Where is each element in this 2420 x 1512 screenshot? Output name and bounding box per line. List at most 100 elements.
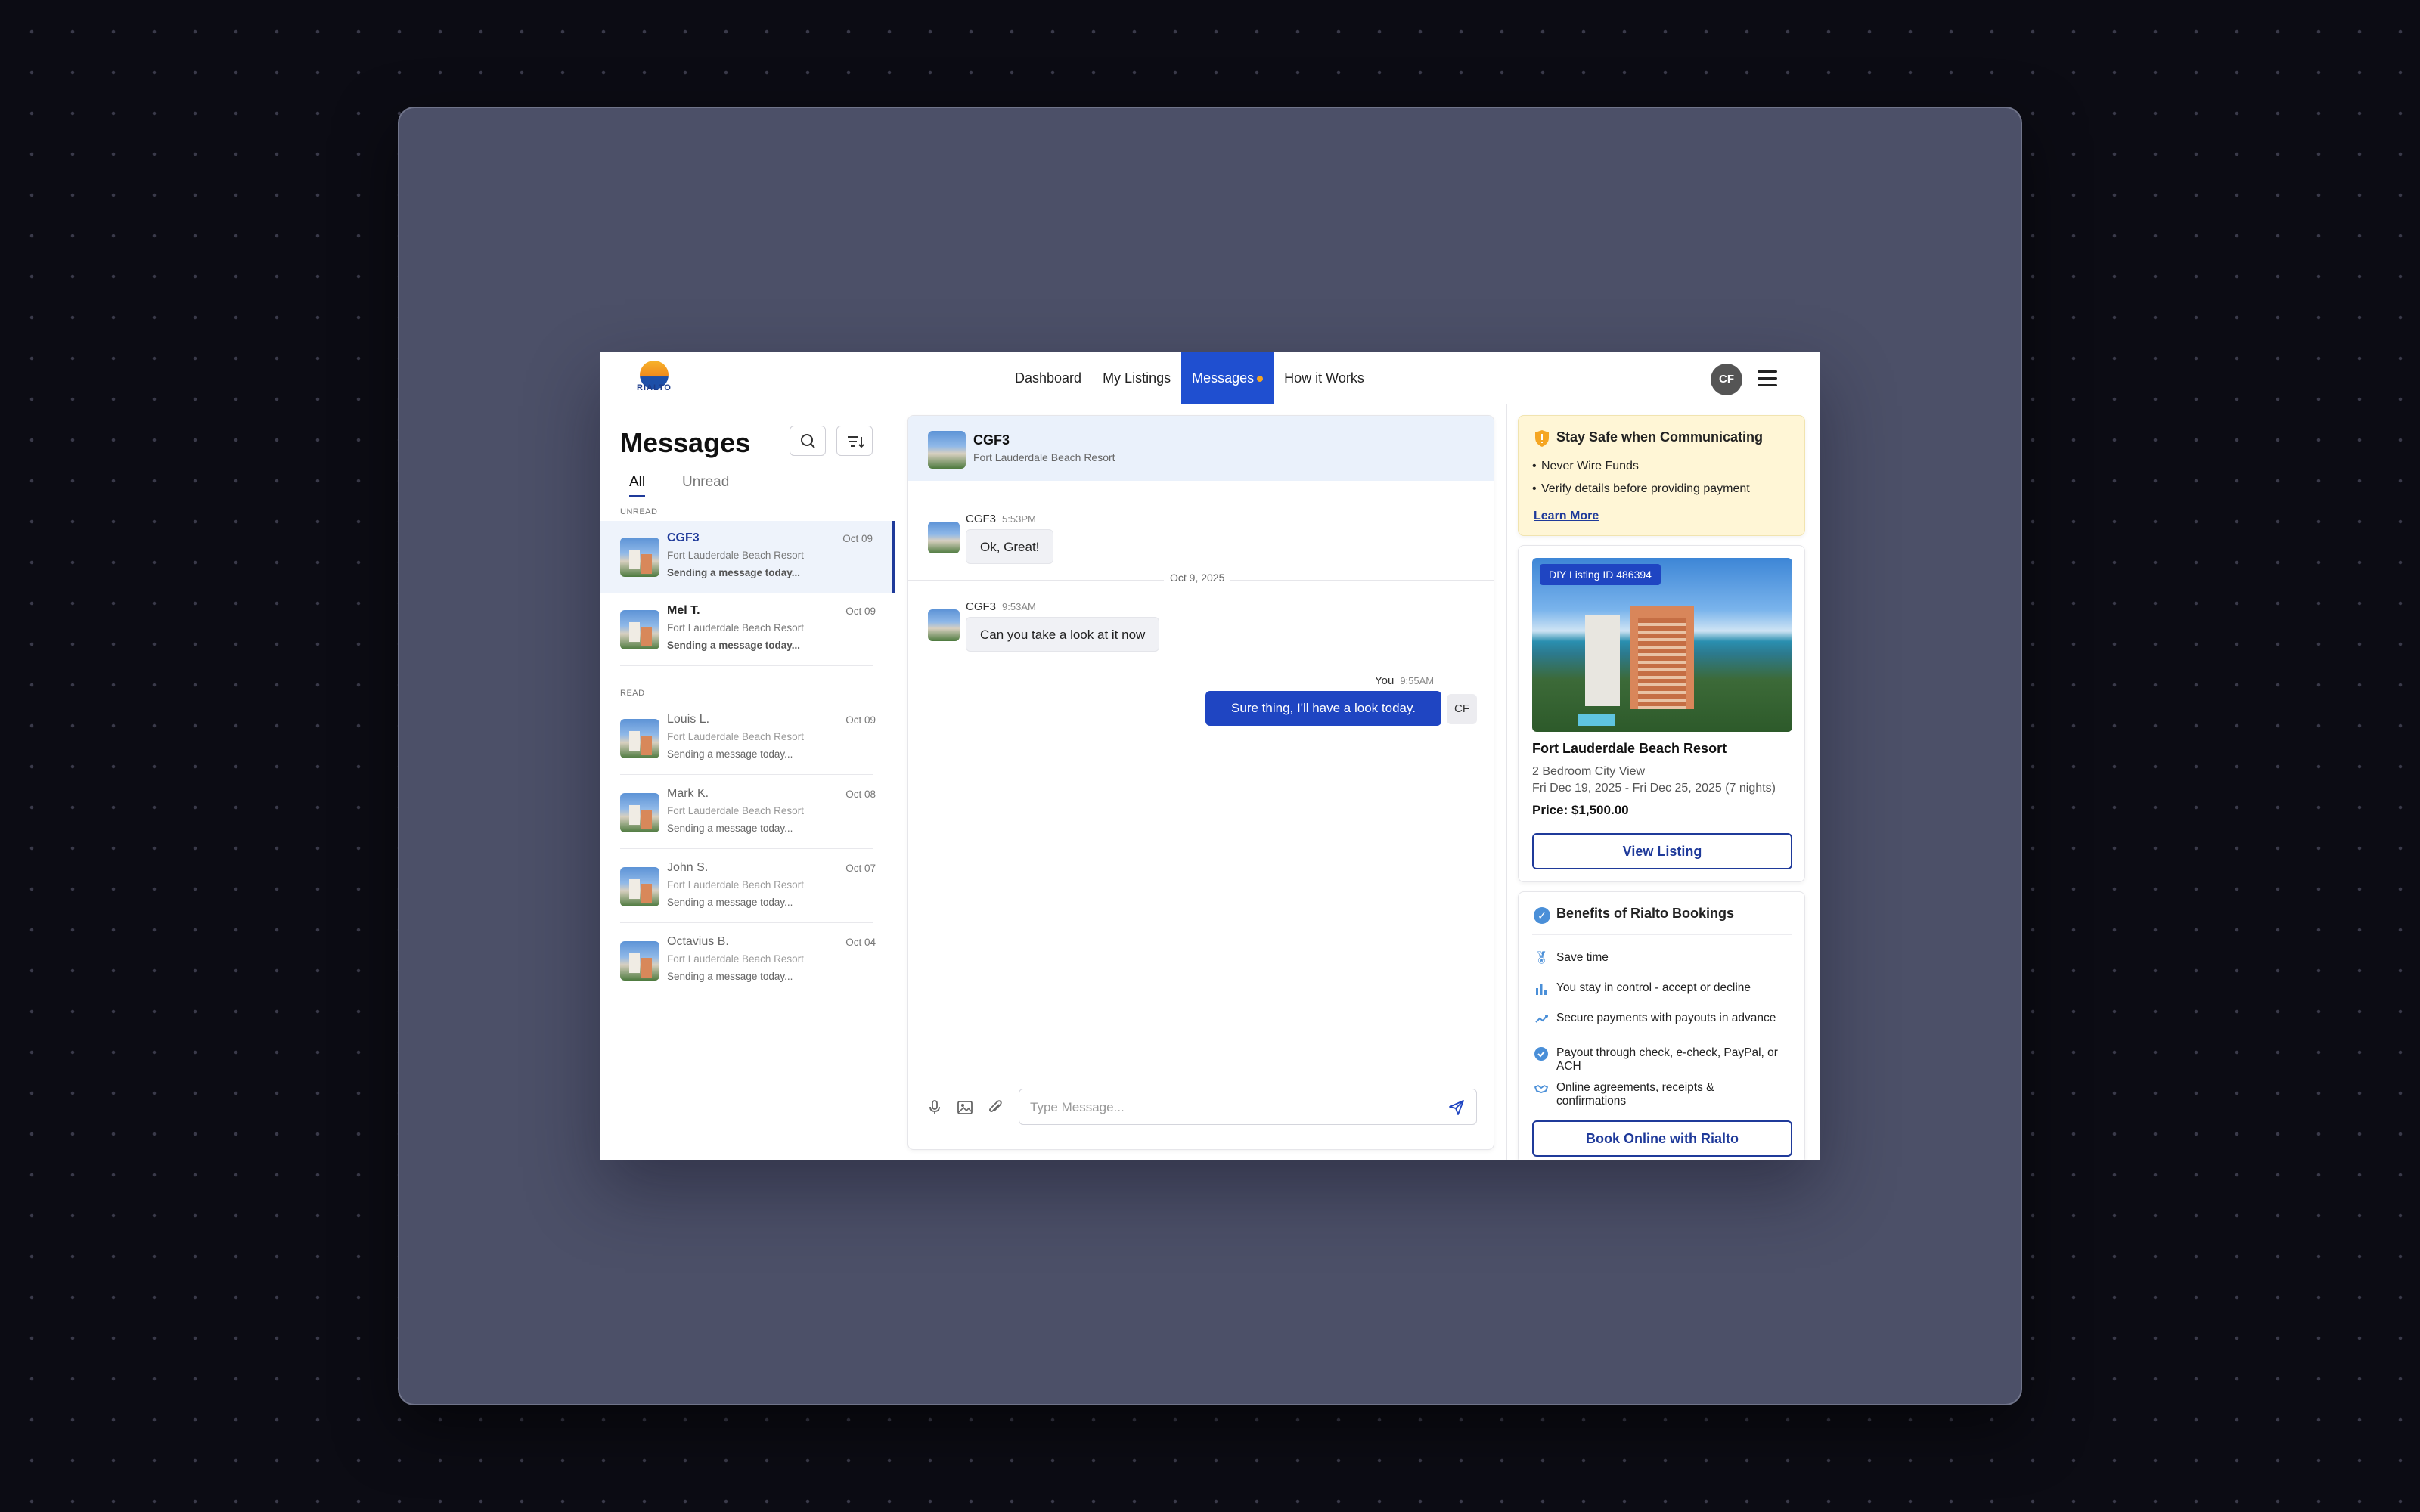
- user-avatar[interactable]: CF: [1711, 364, 1742, 395]
- menu-icon[interactable]: [1758, 370, 1777, 387]
- conversation-snippet: Sending a message today...: [667, 567, 801, 578]
- sender-avatar: [928, 522, 960, 553]
- divider: [620, 922, 873, 923]
- conversation-date: Oct 09: [842, 533, 873, 544]
- details-panel: Stay Safe when Communicating Never Wire …: [1506, 404, 1820, 1160]
- resort-thumbnail: [620, 719, 659, 758]
- read-section-label: READ: [620, 689, 645, 698]
- nav-dashboard[interactable]: Dashboard: [1004, 352, 1092, 404]
- handshake-icon: [1534, 1081, 1549, 1096]
- message-time: 5:53PM: [1002, 513, 1036, 525]
- view-listing-button[interactable]: View Listing: [1532, 833, 1792, 869]
- safety-card: Stay Safe when Communicating Never Wire …: [1518, 415, 1805, 536]
- notification-dot: [1257, 376, 1264, 383]
- logo-text: RIALTO: [637, 383, 672, 392]
- attachment-icon[interactable]: [985, 1098, 1005, 1117]
- safety-bullet: Never Wire Funds: [1532, 460, 1639, 473]
- conversation-resort: Fort Lauderdale Beach Resort: [667, 622, 804, 634]
- conversation-item[interactable]: CGF3 Fort Lauderdale Beach Resort Sendin…: [600, 521, 895, 593]
- resort-thumbnail: [620, 941, 659, 981]
- benefit-text: Secure payments with payouts in advance: [1556, 1012, 1776, 1024]
- search-button[interactable]: [790, 426, 826, 456]
- tab-all[interactable]: All: [629, 474, 646, 497]
- send-icon[interactable]: [1446, 1097, 1467, 1118]
- learn-more-link[interactable]: Learn More: [1534, 510, 1599, 523]
- message-meta: CGF3 9:53AM: [966, 600, 1036, 613]
- image-icon[interactable]: [955, 1098, 975, 1117]
- conversation-name: CGF3: [667, 531, 700, 544]
- sender-avatar: [928, 609, 960, 641]
- benefit-text: Payout through check, e-check, PayPal, o…: [1556, 1046, 1778, 1073]
- benefits-card: ✓ Benefits of Rialto Bookings 🏅︎ Save ti…: [1518, 891, 1805, 1160]
- listing-id-badge: DIY Listing ID 486394: [1540, 564, 1661, 585]
- conversation-snippet: Sending a message today...: [667, 897, 793, 908]
- conversation-item[interactable]: Octavius B. Fort Lauderdale Beach Resort…: [600, 925, 895, 997]
- message-time: 9:55AM: [1400, 675, 1435, 686]
- nav-how-it-works[interactable]: How it Works: [1274, 352, 1375, 404]
- inbox-title: Messages: [620, 427, 751, 458]
- medal-icon: 🏅︎: [1534, 952, 1550, 965]
- message-sender: You: [1375, 674, 1395, 687]
- benefits-title: Benefits of Rialto Bookings: [1556, 906, 1735, 921]
- conversation-resort: Fort Lauderdale Beach Resort: [667, 550, 804, 561]
- filter-button[interactable]: [836, 426, 873, 456]
- resort-thumbnail: [620, 867, 659, 906]
- listing-room: 2 Bedroom City View: [1532, 765, 1646, 778]
- message-bubble: Ok, Great!: [966, 529, 1054, 564]
- conversation-item[interactable]: Louis L. Fort Lauderdale Beach Resort Se…: [600, 702, 895, 775]
- divider: [620, 848, 873, 849]
- listing-name: Fort Lauderdale Beach Resort: [1532, 741, 1727, 756]
- conversation-date: Oct 07: [845, 863, 876, 874]
- nav-messages[interactable]: Messages: [1181, 352, 1274, 404]
- message-input[interactable]: [1030, 1097, 1438, 1118]
- filter-icon: [848, 436, 864, 448]
- conversation-snippet: Sending a message today...: [667, 640, 801, 651]
- conversation-item[interactable]: Mark K. Fort Lauderdale Beach Resort Sen…: [600, 776, 895, 849]
- conversation-name: Octavius B.: [667, 935, 729, 948]
- app-window: RIALTO Dashboard My Listings Messages Ho…: [600, 352, 1820, 1160]
- conversation-resort: Fort Lauderdale Beach Resort: [667, 879, 804, 891]
- conversation-name: Mel T.: [667, 604, 700, 617]
- safety-bullet: Verify details before providing payment: [1532, 482, 1750, 496]
- safety-title: Stay Safe when Communicating: [1556, 429, 1764, 445]
- microphone-icon[interactable]: [925, 1098, 945, 1117]
- conversation-item[interactable]: John S. Fort Lauderdale Beach Resort Sen…: [600, 850, 895, 923]
- listing-dates: Fri Dec 19, 2025 - Fri Dec 25, 2025 (7 n…: [1532, 782, 1776, 795]
- divider: [1532, 934, 1792, 935]
- resort-thumbnail: [620, 538, 659, 577]
- conversation-name: Mark K.: [667, 787, 709, 800]
- message-meta: CGF3 5:53PM: [966, 513, 1036, 525]
- benefit-text: Online agreements, receipts & confirmati…: [1556, 1081, 1714, 1108]
- book-online-button[interactable]: Book Online with Rialto: [1532, 1120, 1792, 1157]
- rialto-logo[interactable]: RIALTO: [631, 359, 678, 397]
- conversation-date: Oct 09: [845, 606, 876, 617]
- message-bubble: Can you take a look at it now: [966, 617, 1160, 652]
- tab-unread[interactable]: Unread: [682, 474, 729, 495]
- conversation-date: Oct 04: [845, 937, 876, 948]
- secure-icon: [1534, 1012, 1549, 1027]
- conversation-item[interactable]: Mel T. Fort Lauderdale Beach Resort Send…: [600, 593, 895, 666]
- listing-card: DIY Listing ID 486394 Fort Lauderdale Be…: [1518, 545, 1805, 882]
- inbox-panel: Messages All Unread UNREAD CGF3 Fort Lau…: [600, 404, 895, 1160]
- resort-thumbnail: [620, 610, 659, 649]
- my-avatar-badge: CF: [1447, 694, 1477, 724]
- message-meta: You 9:55AM: [1375, 674, 1434, 687]
- conversation-name: John S.: [667, 861, 709, 874]
- conversation-resort: Fort Lauderdale Beach Resort: [667, 731, 804, 742]
- message-sender: CGF3: [966, 513, 997, 525]
- message-sender: CGF3: [966, 600, 997, 613]
- resort-thumbnail: [928, 431, 966, 469]
- nav-my-listings[interactable]: My Listings: [1092, 352, 1181, 404]
- conversation-snippet: Sending a message today...: [667, 823, 793, 834]
- conversation-resort: Fort Lauderdale Beach Resort: [667, 805, 804, 816]
- chat-contact-name: CGF3: [973, 432, 1010, 448]
- chat-contact-resort: Fort Lauderdale Beach Resort: [973, 451, 1115, 463]
- day-divider-label: Oct 9, 2025: [1164, 572, 1231, 584]
- divider: [620, 665, 873, 666]
- unread-section-label: UNREAD: [620, 507, 658, 516]
- check-icon: [1534, 1046, 1549, 1061]
- conversation-name: Louis L.: [667, 713, 710, 726]
- conversation-resort: Fort Lauderdale Beach Resort: [667, 953, 804, 965]
- nav-messages-label: Messages: [1192, 370, 1255, 386]
- message-input-wrapper: [1019, 1089, 1477, 1125]
